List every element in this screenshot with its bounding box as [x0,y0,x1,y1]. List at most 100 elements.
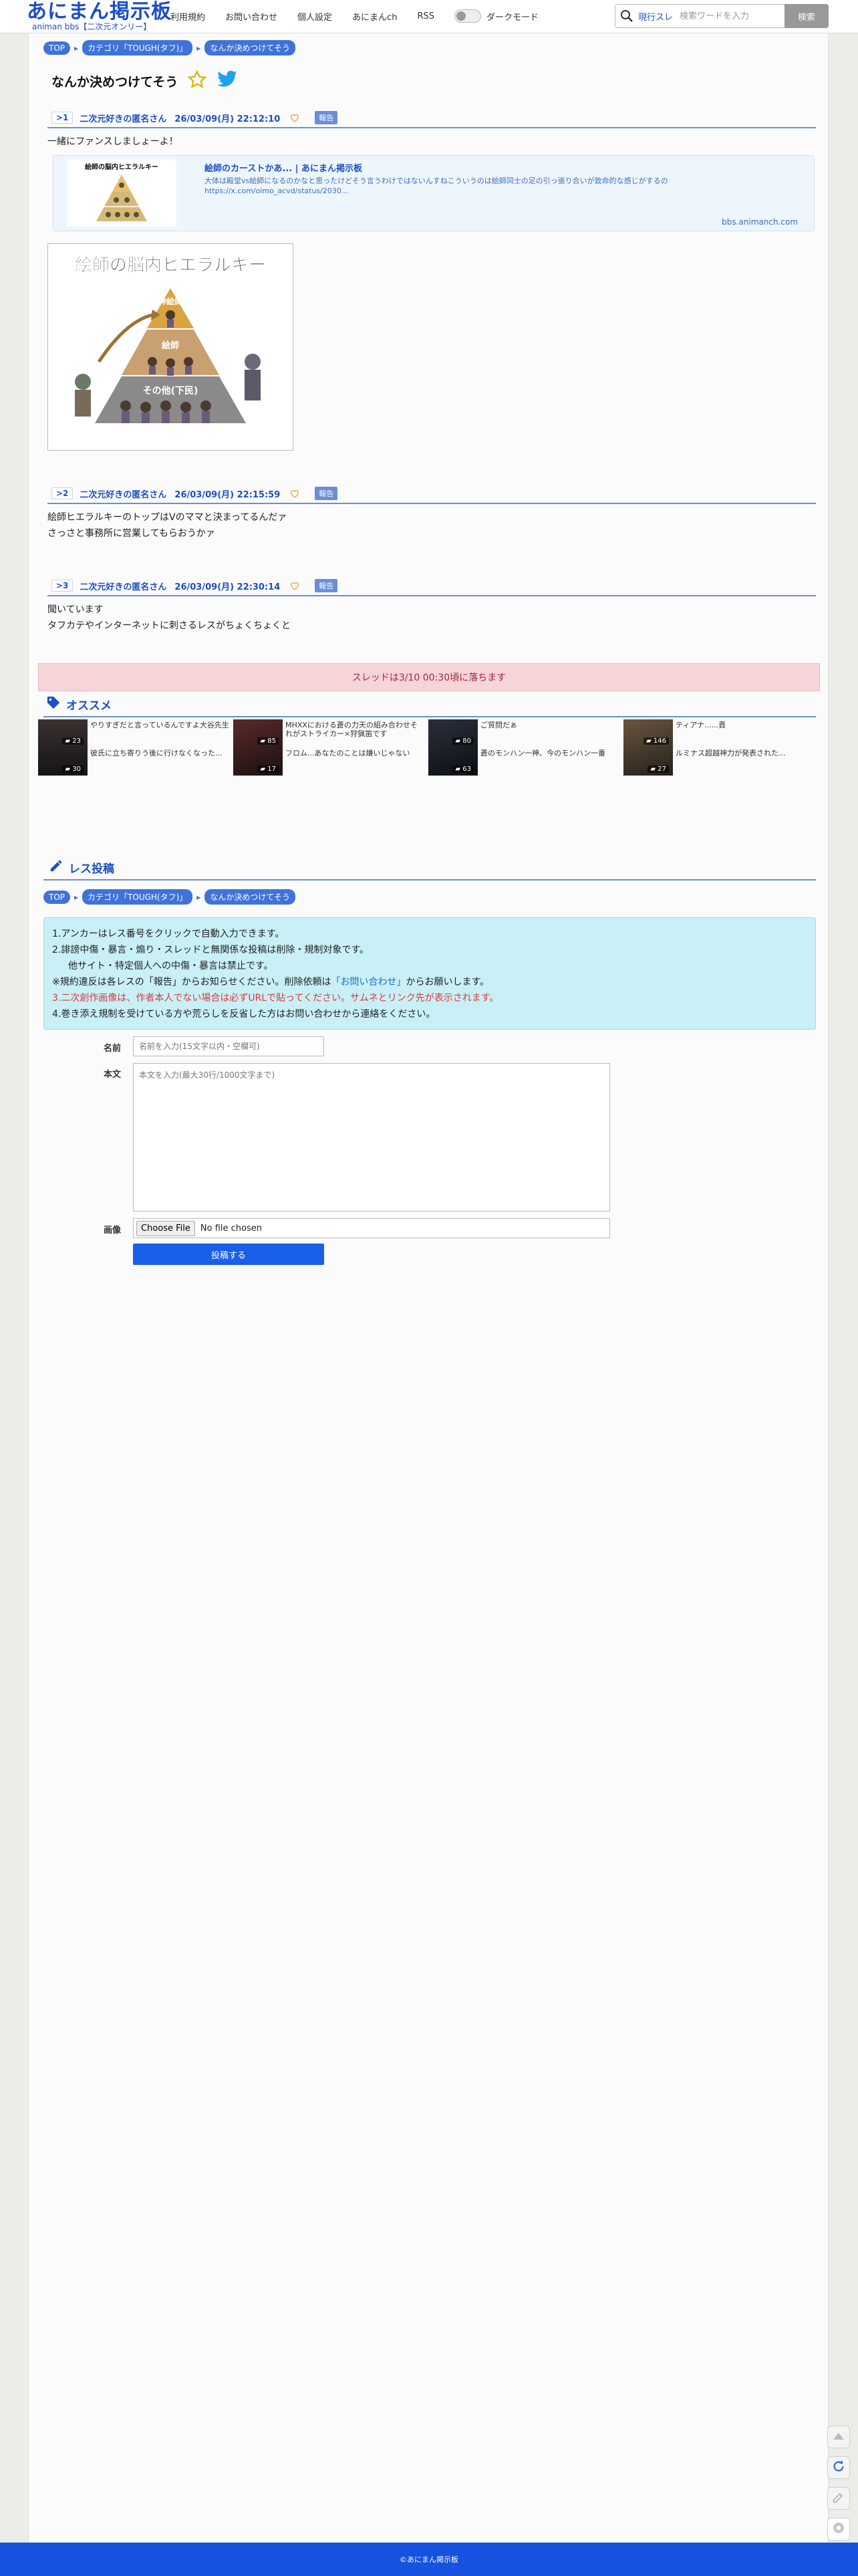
breadcrumb: TOP ▸ カテゴリ「TOUGH(タフ)」 ▸ なんか決めつけてそう [43,40,295,55]
recommend-item[interactable]: ▰ 146 ▰ 27 ティアナ......責 ルミナス超越神力が発表された... [623,719,817,776]
settings-button[interactable] [827,2518,850,2541]
recommend-text[interactable]: ご質問だぁ [480,721,619,739]
comment-count: ▰ 85 [257,737,279,745]
heart-icon[interactable] [289,488,300,499]
heart-icon[interactable] [289,580,300,591]
post-body: 絵師ヒエラルキーのトップはVのママと決まってるんだァ さっさと事務所に営業しても… [47,509,816,542]
breadcrumb-thread[interactable]: なんか決めつけてそう [204,40,295,55]
main-content: TOP ▸ カテゴリ「TOUGH(タフ)」 ▸ なんか決めつけてそう なんか決め… [28,33,829,2543]
image-title: 絵師の脳内ヒエラルキー [75,255,266,275]
comment-count: ▰ 146 [644,737,669,745]
card-title[interactable]: 絵師のカーストかあ... | あにまん掲示板 [204,161,362,174]
comment-count: ▰ 17 [257,766,279,773]
breadcrumb-category[interactable]: カテゴリ「TOUGH(タフ)」 [82,889,193,905]
hierarchy-illustration: 絵師の脳内ヒエラルキー 神絵師 絵師 その他(下民) [52,248,289,446]
arrow-up-icon [832,2431,845,2444]
pencil-icon [49,858,63,876]
recommend-text[interactable]: ティアナ......責 [676,721,815,739]
body-field[interactable] [133,1063,610,1211]
name-field[interactable] [133,1036,324,1056]
contact-link[interactable]: 「お問い合わせ」 [331,977,406,987]
search-scope-select[interactable]: 現行スレ [638,10,673,23]
choose-file-button[interactable]: Choose File [136,1220,195,1236]
recommend-text[interactable]: 彼氏に立ち寄りう後に行けなくなった... [90,749,229,768]
image-file-input[interactable]: Choose File No file chosen [133,1218,610,1238]
recommend-text[interactable]: 蒼のモンハン一神、今のモンハン一番 [480,749,619,768]
recommend-text[interactable]: フロム...あなたのことは嫌いじゃない [285,749,424,768]
card-description: 大体は殿堂vs絵師になるのかなと思ったけどそう言うわけではないんすねこういうのは… [204,176,793,196]
twitter-icon[interactable] [217,70,238,92]
recommend-text[interactable]: ルミナス超越神力が発表された... [676,749,815,768]
submit-button[interactable]: 投稿する [133,1244,324,1265]
breadcrumb-top[interactable]: TOP [43,890,71,904]
logo-subtitle: animan bbs【二次元オンリー】 [32,22,152,31]
post-date: 26/03/09(月) 22:12:10 [174,114,281,124]
rule-line: 1.アンカーはレス番号をクリックで自動入力できます。 [52,929,285,939]
toggle-switch[interactable] [454,9,481,23]
breadcrumb-thread[interactable]: なんか決めつけてそう [204,889,295,905]
report-button[interactable]: 報告 [315,487,338,500]
post-image[interactable]: 絵師の脳内ヒエラルキー 神絵師 絵師 その他(下民) [47,243,293,451]
post-line: さっさと事務所に営業してもらおうかァ [47,528,215,539]
post-author: 二次元好きの匿名さん [80,489,167,500]
site-footer: ©あにまん掲示板 [0,2543,858,2576]
rule-line: 他サイト・特定個人への中傷・暴言は禁止です。 [68,961,273,971]
logo-title: あにまん掲示板 [27,0,172,23]
rule-line: ※規約違反は各レスの「報告」からお知らせください。削除依頼は「お問い合わせ」から… [52,977,490,987]
star-icon[interactable] [187,70,207,92]
gear-icon [831,2520,847,2539]
site-header: あにまん掲示板 animan bbs【二次元オンリー】 利用規約 お問い合わせ … [0,0,858,33]
nav-terms[interactable]: 利用規約 [170,10,205,23]
heart-icon[interactable] [289,112,300,123]
recommend-header: オススメ [43,695,816,717]
post-line: タフカテやインターネットに刺さるレスがちょくちょくと [47,620,291,631]
recommend-text[interactable]: MHXXにおける蒼の力天の組み合わせそれがストライカー×狩猟笛です [285,721,424,739]
card-url[interactable]: https://x.com/oimo_acvd/status/2030... [204,186,793,196]
breadcrumb-separator: ▸ [74,43,79,53]
scroll-top-button[interactable] [827,2426,850,2448]
recommend-item[interactable]: ▰ 85 ▰ 17 MHXXにおける蒼の力天の組み合わせそれがストライカー×狩猟… [233,719,427,776]
tier-label-top: 神絵師 [158,296,182,306]
nav-contact[interactable]: お問い合わせ [225,10,277,23]
recommend-thumbnail: ▰ 146 ▰ 27 [623,719,673,776]
report-button[interactable]: 報告 [315,579,338,592]
post-number[interactable]: >2 [51,487,74,499]
recommend-item[interactable]: ▰ 80 ▰ 63 ご質問だぁ 蒼のモンハン一神、今のモンハン一番 [428,719,622,776]
recommend-thumbnail: ▰ 23 ▰ 30 [38,719,88,776]
refresh-icon [831,2459,846,2476]
search-icon [615,5,638,27]
rule-line: 2.誹謗中傷・暴言・煽り・スレッドと無関係な投稿は削除・規制対象です。 [52,945,369,955]
post-number[interactable]: >3 [51,580,74,592]
card-desc-text: 大体は殿堂vs絵師になるのかなと思ったけどそう言うわけではないんすねこういうのは… [204,177,668,185]
comment-count: ▰ 30 [62,766,84,773]
recommend-text[interactable]: やりすぎだと言っているんですよ大谷先生 [90,721,229,739]
rule-line: 4.巻き添え規制を受けている方や荒らしを反省した方はお問い合わせから連絡をくださ… [52,1009,436,1020]
post-form-header: レス投稿 [43,858,816,881]
search-button[interactable]: 検索 [784,4,829,28]
nav-settings[interactable]: 個人設定 [297,10,332,23]
recommend-thumbnail: ▰ 85 ▰ 17 [233,719,283,776]
comment-count: ▰ 80 [452,737,474,745]
tag-icon [46,695,61,713]
report-button[interactable]: 報告 [315,111,338,124]
nav-animanch[interactable]: あにまんch [352,10,397,23]
site-logo[interactable]: あにまん掲示板 animan bbs【二次元オンリー】 [27,0,172,32]
post-line: 絵師ヒエラルキーのトップはVのママと決まってるんだァ [47,512,287,523]
recommend-item[interactable]: ▰ 23 ▰ 30 やりすぎだと言っているんですよ大谷先生 彼氏に立ち寄りう後に… [38,719,232,776]
search-input[interactable] [680,11,780,21]
pencil-icon [832,2490,845,2506]
post-date: 26/03/09(月) 22:30:14 [174,582,281,592]
breadcrumb-separator: ▸ [196,892,201,902]
write-button[interactable] [827,2487,850,2510]
breadcrumb-separator: ▸ [74,892,79,902]
post-author: 二次元好きの匿名さん [80,582,167,592]
post-number[interactable]: >1 [51,112,74,124]
dark-mode-toggle[interactable]: ダークモード [454,9,539,23]
breadcrumb-category[interactable]: カテゴリ「TOUGH(タフ)」 [82,40,193,55]
card-thumbnail: 絵師の脳内ヒエラルキー [67,160,176,227]
link-card[interactable]: 絵師の脳内ヒエラルキー 絵師のカーストかあ... | あにまん掲示板 大体は殿堂… [53,155,815,231]
reload-button[interactable] [827,2456,850,2479]
breadcrumb-top[interactable]: TOP [43,41,71,55]
posting-rules: 1.アンカーはレス番号をクリックで自動入力できます。 2.誹謗中傷・暴言・煽り・… [43,917,816,1030]
nav-rss[interactable]: RSS [417,11,434,21]
